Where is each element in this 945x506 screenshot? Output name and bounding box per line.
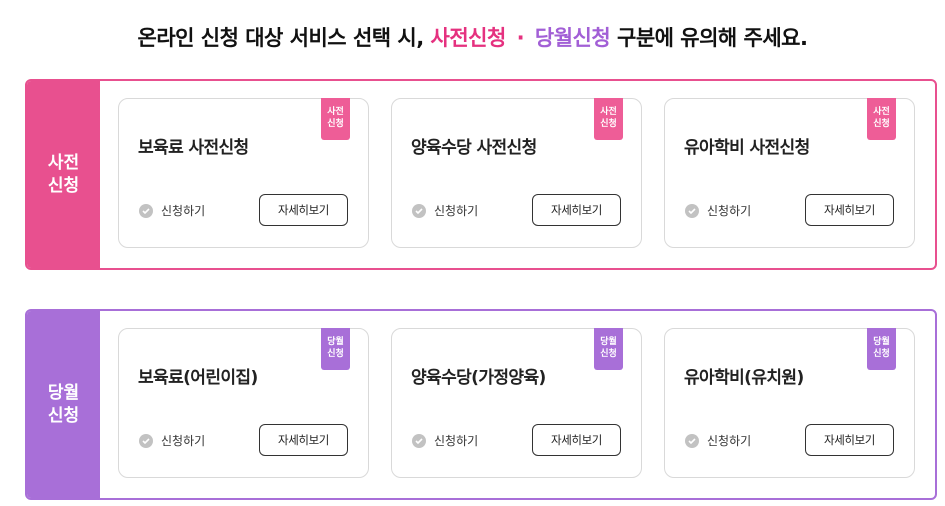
- apply-link[interactable]: 신청하기: [685, 432, 751, 449]
- check-circle-icon: [139, 203, 153, 218]
- group-label-text: 당월 신청: [47, 382, 80, 426]
- headline-cur-keyword: 당월신청: [534, 26, 611, 50]
- headline-text: 온라인 신청 대상 서비스 선택 시,: [137, 26, 425, 50]
- card-title: 유아학비 사전신청: [684, 138, 810, 158]
- service-card-childcare-pre: 사전 신청 보육료 사전신청 신청하기 자세히보기: [118, 98, 369, 248]
- apply-link[interactable]: 신청하기: [139, 432, 205, 449]
- details-button[interactable]: 자세히보기: [805, 424, 894, 456]
- details-button[interactable]: 자세히보기: [532, 424, 621, 456]
- apply-link[interactable]: 신청하기: [412, 432, 478, 449]
- apply-link[interactable]: 신청하기: [685, 202, 751, 219]
- service-card-parenting-pre: 사전 신청 양육수당 사전신청 신청하기 자세히보기: [391, 98, 642, 248]
- current-month-group: 당월 신청 당월 신청 보육료(어린이집) 신청하기 자세히보기 당월 신청 양…: [25, 309, 937, 500]
- card-title: 양육수당 사전신청: [411, 138, 537, 158]
- card-title: 양육수당(가정양육): [411, 368, 546, 388]
- apply-label: 신청하기: [707, 204, 752, 218]
- card-title: 보육료(어린이집): [138, 368, 258, 388]
- pre-badge: 사전 신청: [321, 98, 350, 140]
- service-card-tuition-pre: 사전 신청 유아학비 사전신청 신청하기 자세히보기: [664, 98, 915, 248]
- apply-label: 신청하기: [434, 204, 479, 218]
- check-circle-icon: [412, 203, 426, 218]
- pre-badge: 사전 신청: [867, 98, 896, 140]
- check-circle-icon: [685, 433, 699, 448]
- pre-application-group: 사전 신청 사전 신청 보육료 사전신청 신청하기 자세히보기 사전 신청 양육…: [25, 79, 937, 270]
- apply-label: 신청하기: [434, 434, 479, 448]
- group-label-text: 사전 신청: [47, 152, 80, 196]
- details-button[interactable]: 자세히보기: [259, 424, 348, 456]
- current-month-badge: 당월 신청: [594, 328, 623, 370]
- current-month-badge: 당월 신청: [321, 328, 350, 370]
- apply-link[interactable]: 신청하기: [139, 202, 205, 219]
- service-card-childcare: 당월 신청 보육료(어린이집) 신청하기 자세히보기: [118, 328, 369, 478]
- headline-text-end: 구분에 유의해 주세요.: [617, 26, 808, 50]
- current-month-badge: 당월 신청: [867, 328, 896, 370]
- details-button[interactable]: 자세히보기: [532, 194, 621, 226]
- headline-separator: ·: [516, 26, 525, 50]
- check-circle-icon: [412, 433, 426, 448]
- apply-label: 신청하기: [707, 434, 752, 448]
- apply-label: 신청하기: [161, 204, 206, 218]
- details-button[interactable]: 자세히보기: [805, 194, 894, 226]
- details-button[interactable]: 자세히보기: [259, 194, 348, 226]
- service-card-tuition: 당월 신청 유아학비(유치원) 신청하기 자세히보기: [664, 328, 915, 478]
- apply-link[interactable]: 신청하기: [412, 202, 478, 219]
- card-title: 보육료 사전신청: [138, 138, 249, 158]
- apply-label: 신청하기: [161, 434, 206, 448]
- headline-pre-keyword: 사전신청: [430, 26, 507, 50]
- page-headline: 온라인 신청 대상 서비스 선택 시, 사전신청 · 당월신청 구분에 유의해 …: [0, 22, 945, 52]
- card-title: 유아학비(유치원): [684, 368, 804, 388]
- group-label: 당월 신청: [27, 311, 100, 498]
- service-card-parenting: 당월 신청 양육수당(가정양육) 신청하기 자세히보기: [391, 328, 642, 478]
- pre-badge: 사전 신청: [594, 98, 623, 140]
- check-circle-icon: [139, 433, 153, 448]
- group-label: 사전 신청: [27, 81, 100, 268]
- check-circle-icon: [685, 203, 699, 218]
